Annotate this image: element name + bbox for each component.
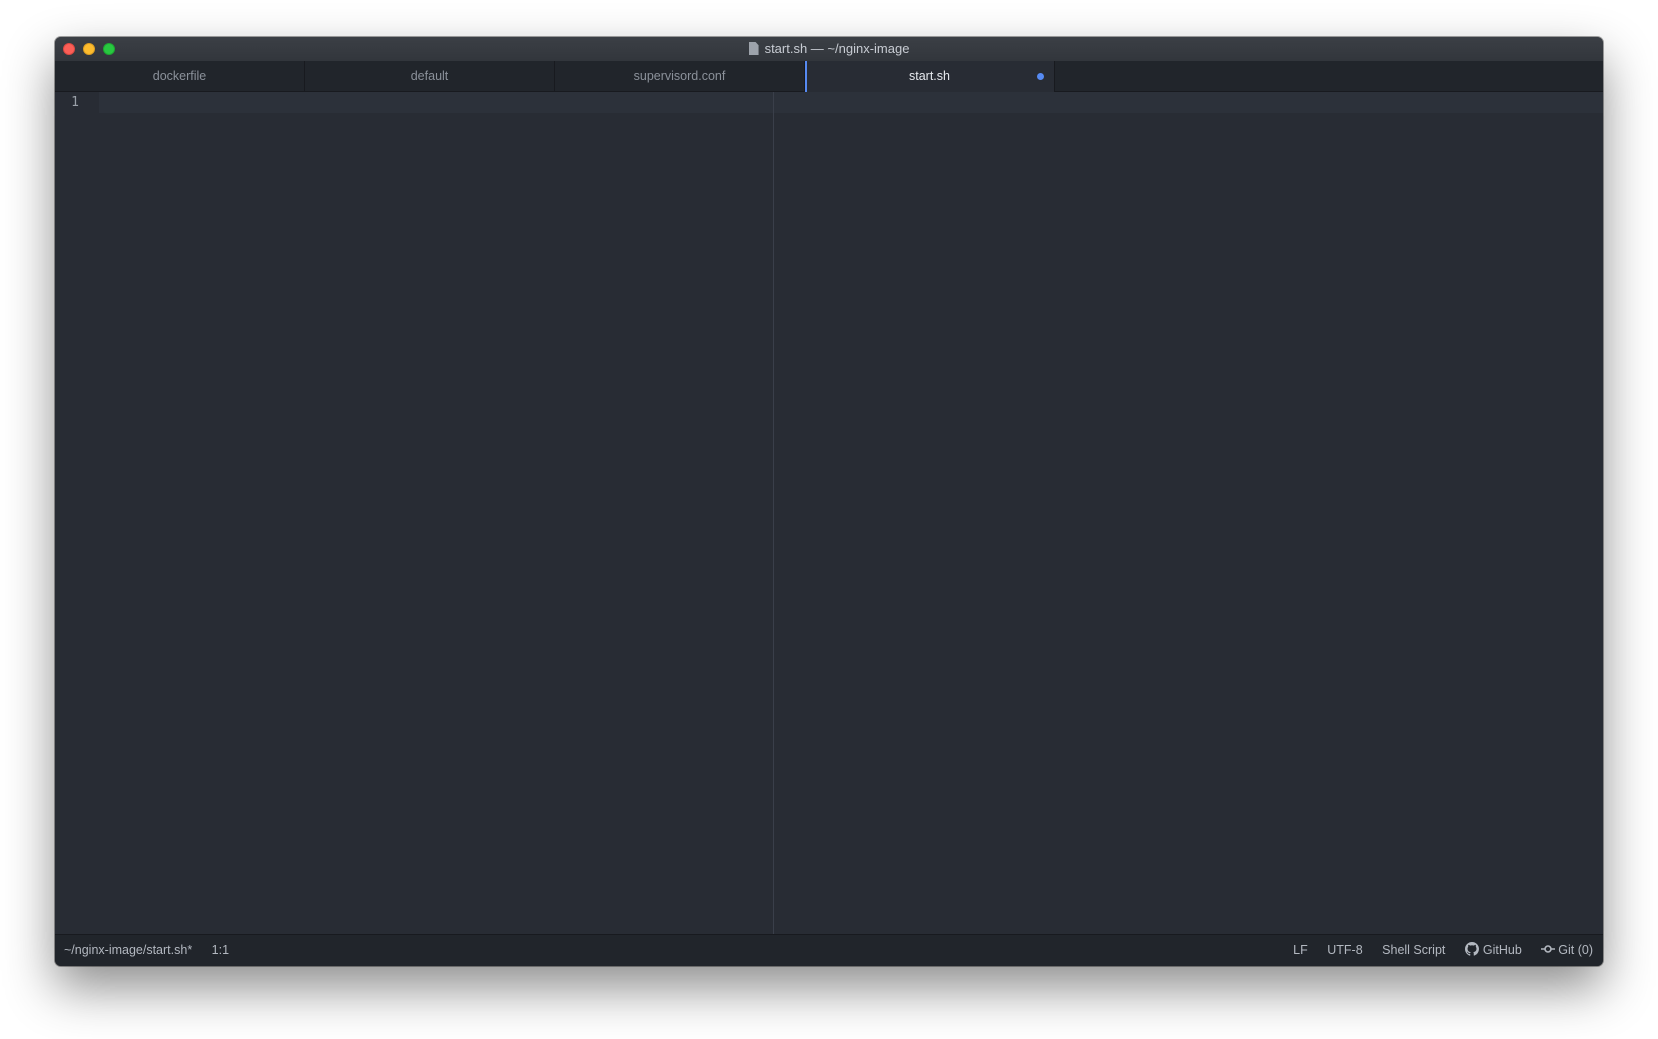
encoding-status[interactable]: UTF-8: [1327, 943, 1362, 957]
wrap-guide: [773, 92, 774, 935]
tab-default[interactable]: default: [305, 61, 555, 91]
status-bar: ~/nginx-image/start.sh* 1:1 LF UTF-8 She…: [55, 934, 1603, 966]
line-ending-status[interactable]: LF: [1293, 943, 1308, 957]
cursor-position-status[interactable]: 1:1: [212, 943, 229, 957]
window-title: start.sh — ~/nginx-image: [764, 41, 910, 56]
window-title-container: start.sh — ~/nginx-image: [55, 37, 1603, 61]
file-path-status[interactable]: ~/nginx-image/start.sh*: [64, 943, 192, 957]
editor-window: start.sh — ~/nginx-image dockerfile defa…: [55, 37, 1603, 966]
line-number: 1: [71, 95, 79, 110]
line-number-gutter[interactable]: 1: [55, 92, 99, 935]
cursor-line-highlight: [99, 92, 1603, 113]
github-label: GitHub: [1482, 943, 1522, 957]
git-status-button[interactable]: Git (0): [1541, 943, 1593, 957]
tab-label: supervisord.conf: [633, 69, 726, 83]
tab-dockerfile[interactable]: dockerfile: [55, 61, 305, 91]
tab-label: default: [410, 69, 449, 83]
grammar-status[interactable]: Shell Script: [1382, 943, 1445, 957]
git-commit-icon: [1541, 945, 1556, 953]
title-bar[interactable]: start.sh — ~/nginx-image: [55, 37, 1603, 62]
status-bar-right: LF UTF-8 Shell Script GitHub Git (0): [1277, 935, 1593, 966]
modified-indicator-icon[interactable]: [1037, 73, 1044, 80]
status-bar-left: ~/nginx-image/start.sh* 1:1: [64, 935, 245, 966]
tab-start-sh[interactable]: start.sh: [805, 61, 1055, 92]
tab-label: dockerfile: [152, 69, 207, 83]
git-label: Git (0): [1558, 943, 1593, 957]
tab-supervisord-conf[interactable]: supervisord.conf: [555, 61, 805, 91]
tab-label: start.sh: [909, 69, 950, 83]
tab-bar: dockerfile default supervisord.conf star…: [55, 61, 1603, 92]
github-icon: [1464, 942, 1479, 956]
text-editor[interactable]: 1: [55, 92, 1603, 935]
document-icon: [748, 42, 759, 55]
github-status-button[interactable]: GitHub: [1464, 942, 1525, 957]
